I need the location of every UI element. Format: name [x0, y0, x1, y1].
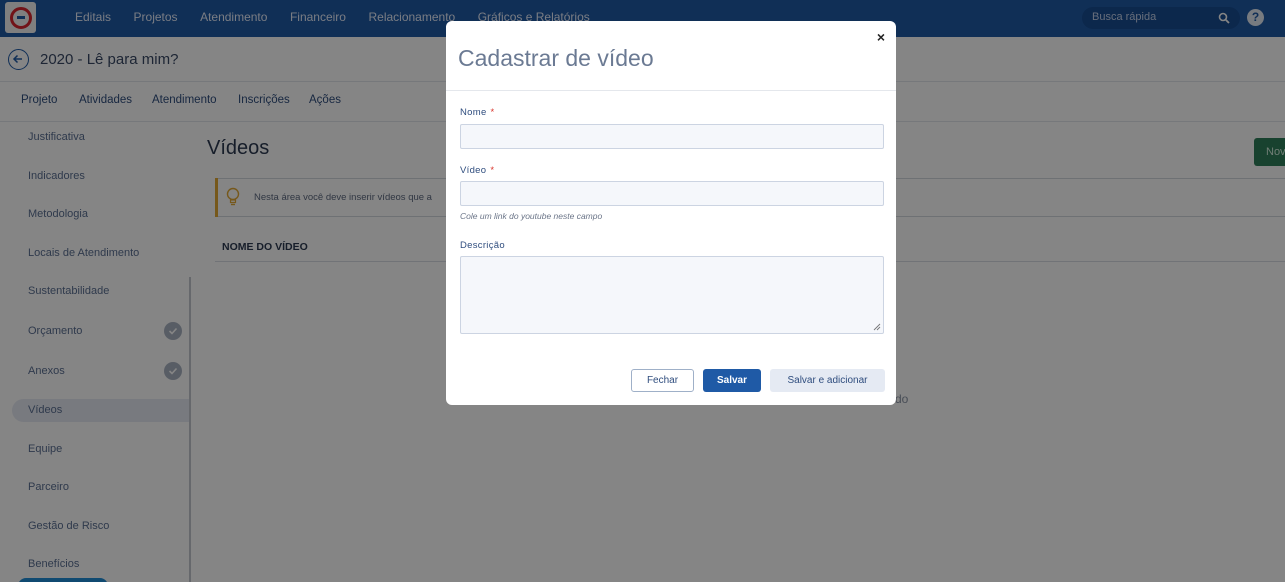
description-label: Descrição [460, 240, 505, 251]
video-hint: Cole um link do youtube neste campo [460, 211, 603, 221]
video-url-input[interactable] [460, 181, 884, 206]
close-button[interactable]: Fechar [631, 369, 694, 392]
resize-grip-icon[interactable] [873, 323, 881, 331]
modal-title: Cadastrar de vídeo [458, 45, 654, 71]
required-marker: * [490, 165, 495, 176]
name-label-text: Nome [460, 107, 487, 118]
modal-divider [446, 90, 896, 91]
save-and-add-button[interactable]: Salvar e adicionar [770, 369, 885, 392]
video-label: Vídeo * [460, 165, 494, 176]
save-button[interactable]: Salvar [703, 369, 761, 392]
description-textarea[interactable] [460, 256, 884, 334]
name-label: Nome * [460, 107, 495, 118]
video-label-text: Vídeo [460, 165, 487, 176]
name-input[interactable] [460, 124, 884, 149]
required-marker: * [490, 107, 495, 118]
close-icon[interactable]: × [874, 30, 888, 44]
